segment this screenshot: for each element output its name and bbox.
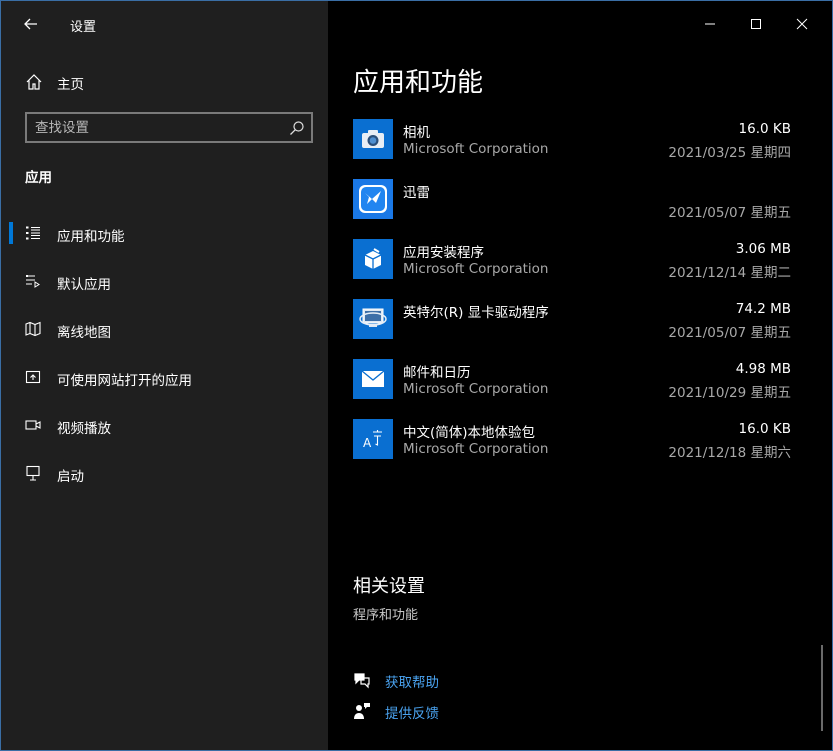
app-name: 应用安装程序	[403, 245, 484, 261]
apps-list-icon	[26, 226, 40, 240]
close-icon	[796, 18, 808, 30]
app-size: 3.06 MB	[735, 241, 791, 257]
app-size: 16.0 KB	[738, 421, 791, 437]
map-icon	[25, 321, 41, 337]
app-date: 2021/12/14 星期二	[668, 265, 791, 281]
open-with-icon	[25, 370, 41, 384]
sidebar-item-label: 视频播放	[57, 421, 111, 437]
sidebar-item-label: 离线地图	[57, 325, 111, 341]
sidebar-item-label: 默认应用	[57, 277, 111, 293]
close-button[interactable]	[779, 1, 825, 47]
nav-home[interactable]: 主页	[1, 63, 328, 99]
minimize-button[interactable]	[687, 1, 733, 47]
app-list-item[interactable]: 应用安装程序 Microsoft Corporation 3.06 MB 202…	[328, 239, 832, 299]
related-settings-heading: 相关设置	[353, 576, 425, 597]
mail-icon	[353, 359, 393, 399]
app-name: 相机	[403, 125, 430, 141]
app-name: 迅雷	[403, 185, 430, 201]
app-publisher: Microsoft Corporation	[403, 261, 549, 277]
app-publisher: Microsoft Corporation	[403, 441, 549, 457]
active-indicator	[9, 222, 13, 244]
thunder-bird-icon	[353, 179, 393, 219]
display-driver-icon	[353, 299, 393, 339]
app-date: 2021/03/25 星期四	[668, 145, 791, 161]
app-list-item[interactable]: 相机 Microsoft Corporation 16.0 KB 2021/03…	[328, 119, 832, 179]
maximize-button[interactable]	[733, 1, 779, 47]
feedback-link[interactable]: 提供反馈	[353, 700, 553, 722]
app-size: 4.98 MB	[735, 361, 791, 377]
video-icon	[25, 420, 41, 430]
app-size: 16.0 KB	[738, 121, 791, 137]
app-date: 2021/05/07 星期五	[668, 325, 791, 341]
feedback-label: 提供反馈	[385, 706, 439, 722]
title-bar-left: 设置	[1, 1, 328, 47]
app-date: 2021/12/18 星期六	[668, 445, 791, 461]
scrollbar[interactable]	[821, 645, 823, 731]
sidebar-item-apps-features[interactable]: 应用和功能	[1, 213, 328, 253]
package-icon	[353, 239, 393, 279]
nav-home-label: 主页	[57, 77, 84, 93]
app-list-item[interactable]: 迅雷 2021/05/07 星期五	[328, 179, 832, 239]
app-title: 设置	[70, 20, 97, 35]
programs-and-features-link[interactable]: 程序和功能	[353, 604, 418, 623]
camera-icon	[353, 119, 393, 159]
get-help-link[interactable]: 获取帮助	[353, 669, 553, 691]
sidebar-item-open-with-websites[interactable]: 可使用网站打开的应用	[1, 357, 328, 397]
app-publisher: Microsoft Corporation	[403, 381, 549, 397]
app-name: 中文(简体)本地体验包	[403, 425, 536, 441]
svg-text:A: A	[363, 436, 372, 450]
app-list-item[interactable]: A 中文(简体)本地体验包 Microsoft Corporation 16.0…	[328, 419, 832, 479]
app-list-item[interactable]: 英特尔(R) 显卡驱动程序 74.2 MB 2021/05/07 星期五	[328, 299, 832, 359]
section-label: 应用	[25, 170, 52, 186]
sidebar-item-video-playback[interactable]: 视频播放	[1, 405, 328, 445]
app-name: 邮件和日历	[403, 365, 471, 381]
sidebar-item-startup[interactable]: 启动	[1, 453, 328, 493]
app-name: 英特尔(R) 显卡驱动程序	[403, 305, 549, 321]
default-apps-icon	[26, 275, 40, 288]
back-arrow-icon	[24, 18, 37, 30]
search-input[interactable]	[35, 117, 275, 139]
chat-help-icon	[354, 673, 370, 689]
app-list-item[interactable]: 邮件和日历 Microsoft Corporation 4.98 MB 2021…	[328, 359, 832, 419]
back-button[interactable]	[15, 9, 47, 39]
app-date: 2021/05/07 星期五	[668, 205, 791, 221]
search-box[interactable]	[25, 112, 313, 143]
sidebar: 设置 主页 应用 应用和功能	[1, 1, 328, 750]
app-date: 2021/10/29 星期五	[668, 385, 791, 401]
minimize-icon	[705, 23, 715, 25]
language-icon: A	[353, 419, 393, 459]
sidebar-item-default-apps[interactable]: 默认应用	[1, 261, 328, 301]
startup-icon	[26, 465, 40, 481]
settings-window: 设置 主页 应用 应用和功能	[0, 0, 833, 751]
main-pane: 应用和功能 相机 Microsoft Corporation 16.0 KB 2…	[328, 1, 832, 750]
maximize-icon	[751, 19, 761, 29]
app-publisher: Microsoft Corporation	[403, 141, 549, 157]
sidebar-item-label: 可使用网站打开的应用	[57, 373, 192, 389]
page-title: 应用和功能	[353, 68, 484, 98]
search-icon[interactable]	[289, 120, 305, 136]
sidebar-item-label: 应用和功能	[57, 229, 125, 245]
feedback-person-icon	[354, 703, 370, 719]
app-size: 74.2 MB	[735, 301, 791, 317]
sidebar-item-offline-maps[interactable]: 离线地图	[1, 309, 328, 349]
sidebar-item-label: 启动	[57, 469, 84, 485]
home-icon	[26, 74, 42, 90]
get-help-label: 获取帮助	[385, 675, 439, 691]
